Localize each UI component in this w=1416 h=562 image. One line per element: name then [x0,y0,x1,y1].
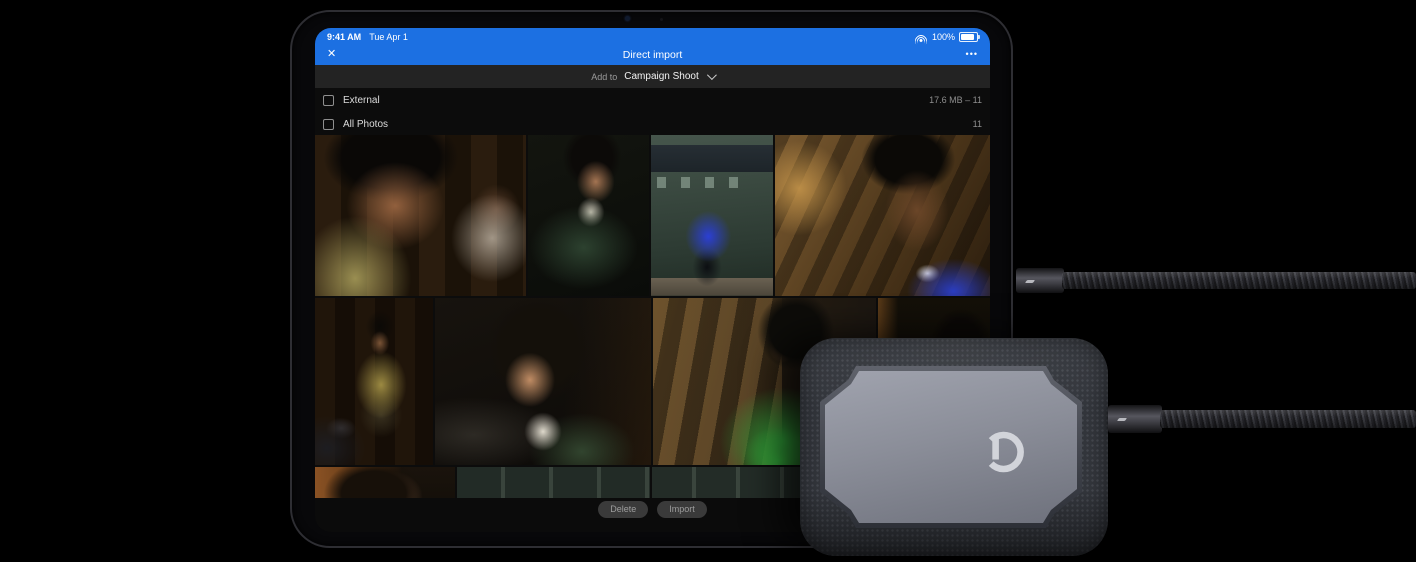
photo-thumbnail[interactable] [435,298,651,465]
album-selector[interactable]: Campaign Shoot [624,71,699,82]
photo-thumbnail[interactable] [315,467,455,498]
battery-full-icon [959,32,980,42]
source-detail: 11 [972,119,982,129]
status-time: 9:41 AM [327,32,362,42]
thunderbolt-mark-icon [1024,279,1036,283]
source-label: All Photos [343,118,389,130]
wifi-icon [912,32,930,49]
page-title: Direct import [622,48,683,61]
status-date: Tue Apr 1 [369,32,408,42]
drive-metal-plate [825,371,1077,523]
source-detail: 17.6 MB – 11 [929,95,982,105]
checkbox-external[interactable] [323,94,334,106]
cable-braid [1062,272,1416,289]
scene: 9:41 AM Tue Apr 1 100% ✕ Direct import •… [0,0,1416,562]
source-label: External [343,94,380,106]
photo-thumbnail[interactable] [457,467,650,498]
photo-thumbnail[interactable] [775,135,990,296]
thunderbolt-mark-icon [1116,418,1128,421]
status-bar: 9:41 AM Tue Apr 1 100% [315,28,990,49]
cable-braid [1160,410,1416,428]
source-row-external[interactable]: External 17.6 MB – 11 [315,88,990,112]
cable-connector-icon [1108,405,1162,433]
add-to-label: Add to [591,71,618,82]
delete-button[interactable]: Delete [598,501,649,518]
import-button[interactable]: Import [657,501,707,518]
battery-percent: 100% [931,32,955,42]
photo-thumbnail[interactable] [315,298,433,465]
photo-thumbnail[interactable] [315,135,526,296]
source-row-all-photos[interactable]: All Photos 11 [315,112,990,136]
cable-connector-icon [1016,268,1064,293]
portable-drive [800,338,1108,556]
add-to-bar: Add to Campaign Shoot [315,65,990,88]
photo-thumbnail[interactable] [651,135,773,296]
g-drive-logo-icon [988,431,1024,473]
checkbox-all-photos[interactable] [323,118,334,130]
chevron-down-icon[interactable] [706,70,717,81]
sensor-dot-icon [660,18,663,21]
front-camera-icon [625,16,630,21]
photo-thumbnail[interactable] [528,135,649,296]
grid-row [315,135,990,296]
drive-plate-bezel [820,366,1082,528]
top-bars: 9:41 AM Tue Apr 1 100% ✕ Direct import •… [315,28,990,65]
app-header: ✕ Direct import ••• [315,44,990,65]
